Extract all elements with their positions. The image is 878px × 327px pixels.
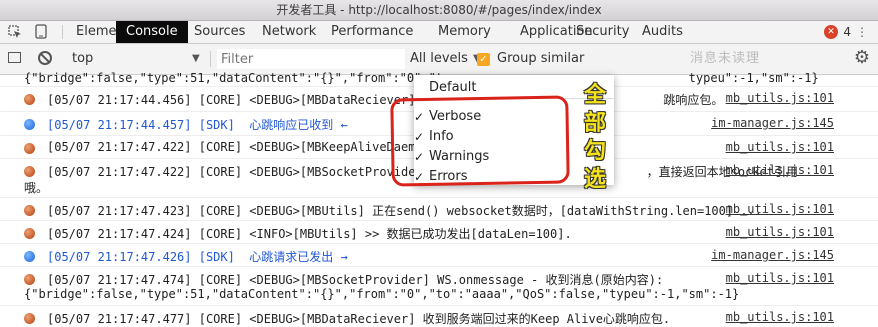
annotation-label: 全部勾选 bbox=[584, 83, 607, 192]
core-log-icon bbox=[24, 274, 35, 285]
sdk-log-icon bbox=[24, 119, 35, 130]
error-count[interactable]: 4 bbox=[843, 21, 851, 43]
inspect-element-icon[interactable] bbox=[8, 25, 22, 39]
log-source-link[interactable]: mb_utils.js:101 bbox=[726, 310, 834, 324]
log-text: [05/07 21:17:47.423] [CORE] <DEBUG>[MBUt… bbox=[47, 204, 762, 218]
group-similar-label: Group similar bbox=[497, 51, 585, 66]
context-selector[interactable]: top bbox=[72, 44, 93, 74]
core-log-icon bbox=[24, 228, 35, 239]
core-log-icon bbox=[24, 166, 35, 177]
log-text: [05/07 21:17:47.477] [CORE] <DEBUG>[MBDa… bbox=[47, 312, 671, 326]
tab-bar-divider bbox=[62, 25, 63, 39]
toolbar-divider bbox=[210, 51, 211, 67]
tab-memory[interactable]: Memory bbox=[438, 21, 491, 43]
window-title-bar: 开发者工具 - http://localhost:8080/#/pages/in… bbox=[0, 0, 878, 21]
log-row: [05/07 21:17:47.426] [SDK] 心跳请求已发出 → im-… bbox=[0, 244, 878, 267]
log-row: [05/07 21:17:47.477] [CORE] <DEBUG>[MBDa… bbox=[0, 306, 878, 326]
log-source-link[interactable]: im-manager.js:145 bbox=[711, 248, 834, 262]
menu-item-label: Default bbox=[429, 80, 477, 95]
log-source-link[interactable]: mb_utils.js:101 bbox=[726, 225, 834, 239]
log-source-link[interactable]: mb_utils.js:101 bbox=[726, 163, 834, 177]
log-text-continuation: 哦。 bbox=[24, 181, 49, 195]
log-source-link[interactable]: im-manager.js:145 bbox=[711, 116, 834, 130]
devtools-tab-bar: Elements Console Sources Network Perform… bbox=[0, 21, 878, 44]
log-text: [05/07 21:17:47.424] [CORE] <INFO>[MBUti… bbox=[47, 227, 572, 241]
tab-security[interactable]: Security bbox=[576, 21, 629, 43]
log-row: [05/07 21:17:47.424] [CORE] <INFO>[MBUti… bbox=[0, 221, 878, 244]
tab-audits[interactable]: Audits bbox=[642, 21, 683, 43]
log-text-continuation: {"bridge":false,"type":51,"dataContent":… bbox=[24, 287, 740, 301]
log-source-link[interactable]: mb_utils.js:101 bbox=[726, 91, 834, 105]
blurred-watermark: 消息未读理 bbox=[690, 51, 761, 66]
window-title: 开发者工具 - http://localhost:8080/#/pages/in… bbox=[276, 3, 602, 17]
log-text: [05/07 21:17:47.474] [CORE] <DEBUG>[MBSo… bbox=[47, 273, 664, 287]
log-text: [05/07 21:17:44.456] [CORE] <DEBUG>[MBDa… bbox=[47, 93, 724, 107]
more-options-icon[interactable]: ⋮ bbox=[856, 26, 868, 38]
clear-console-icon[interactable] bbox=[38, 51, 52, 65]
show-sidebar-icon[interactable] bbox=[8, 52, 21, 63]
tab-console[interactable]: Console bbox=[116, 21, 188, 43]
annotation-highlight-box bbox=[390, 95, 570, 187]
tab-network[interactable]: Network bbox=[262, 21, 316, 43]
settings-gear-icon[interactable]: ⚙ bbox=[854, 49, 870, 67]
tab-sources[interactable]: Sources bbox=[194, 21, 245, 43]
log-levels-dropdown[interactable]: All levels bbox=[410, 44, 468, 74]
log-source-link[interactable]: mb_utils.js:101 bbox=[726, 202, 834, 216]
core-log-icon bbox=[24, 94, 35, 105]
log-text: [05/07 21:17:47.426] [SDK] 心跳请求已发出 → bbox=[47, 250, 348, 264]
core-log-icon bbox=[24, 143, 35, 154]
log-source-link[interactable]: mb_utils.js:101 bbox=[726, 271, 834, 285]
log-row: [05/07 21:17:47.474] [CORE] <DEBUG>[MBSo… bbox=[0, 267, 878, 306]
log-row: [05/07 21:17:47.423] [CORE] <DEBUG>[MBUt… bbox=[0, 198, 878, 221]
filter-input[interactable] bbox=[217, 49, 405, 69]
context-dropdown-arrow-icon[interactable]: ▼ bbox=[192, 44, 200, 74]
group-similar-checkbox[interactable]: ✓ bbox=[477, 53, 490, 66]
device-toolbar-icon[interactable] bbox=[35, 24, 47, 39]
tab-performance[interactable]: Performance bbox=[331, 21, 413, 43]
error-icon[interactable]: ✕ bbox=[824, 25, 838, 39]
core-log-icon bbox=[24, 313, 35, 324]
log-text: [05/07 21:17:47.422] [CORE] <DEBUG>[MBKe… bbox=[47, 140, 423, 154]
core-log-icon bbox=[24, 205, 35, 216]
log-text: [05/07 21:17:44.457] [SDK] 心跳响应已收到 ← bbox=[47, 118, 348, 132]
log-source-link[interactable]: mb_utils.js:101 bbox=[726, 140, 834, 154]
sdk-log-icon bbox=[24, 251, 35, 262]
